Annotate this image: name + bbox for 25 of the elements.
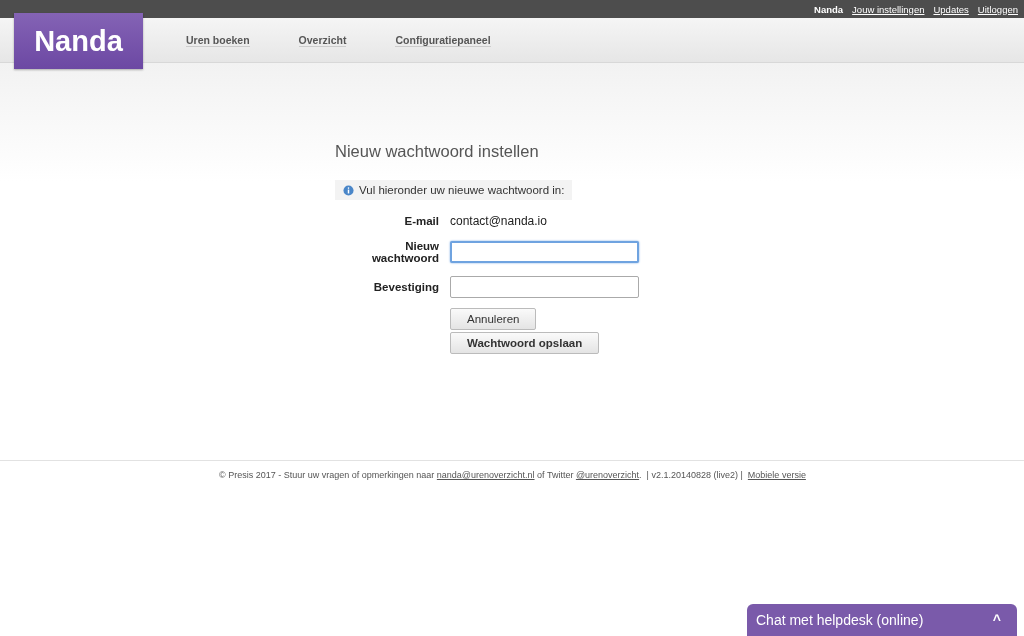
chat-button[interactable]: Chat met helpdesk (online) ^ [747, 604, 1017, 636]
email-value: contact@nanda.io [450, 214, 548, 228]
caret-icon: ^ [992, 612, 1001, 636]
logo[interactable]: Nanda [14, 13, 143, 69]
field-label: Bevestiging [372, 281, 439, 293]
nav-link[interactable]: Overzicht [298, 33, 347, 47]
email-link[interactable]: nanda@urenoverzicht.nl [436, 470, 535, 480]
user-name: Nanda [814, 3, 844, 15]
mobile-version-link[interactable]: Mobiele versie [747, 470, 806, 480]
field-label: Nieuw wachtwoord [370, 240, 439, 264]
info-text: Vul hieronder uw nieuwe wachtwoord in: [359, 184, 565, 196]
page-title: Nieuw wachtwoord instellen [335, 142, 540, 161]
cancel-button[interactable]: Annuleren [450, 308, 537, 330]
top-link[interactable]: Uitloggen [977, 3, 1018, 15]
field-label: E-mail [403, 215, 439, 227]
info-icon [343, 184, 354, 196]
top-link[interactable]: Jouw instellingen [852, 3, 925, 15]
version-text: | v2.1.20140828 (live2) | [646, 470, 743, 480]
save-button[interactable]: Wachtwoord opslaan [450, 332, 600, 354]
password-field[interactable] [450, 241, 639, 263]
footer-text: © Presis 2017 - Stuur uw vragen of opmerkingen naar nanda@urenoverzicht.nl of Twitter @urenoverzicht. | v2.1.20140828 (live2) | Mobiele versie [219, 470, 806, 480]
password-field[interactable] [450, 276, 639, 298]
nav-link[interactable]: Configuratiepaneel [395, 33, 491, 47]
nav-link[interactable]: Uren boeken [186, 33, 250, 47]
top-link[interactable]: Updates [933, 3, 969, 15]
